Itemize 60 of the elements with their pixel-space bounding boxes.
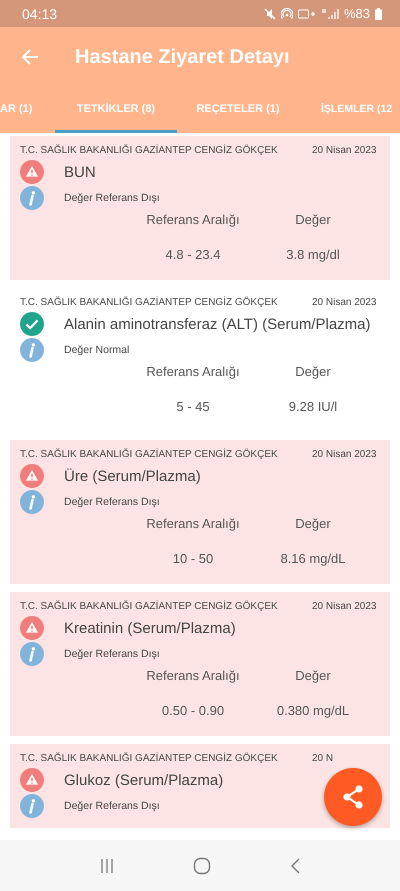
reference-range: 5 - 45 [176, 399, 210, 414]
info-icon [20, 490, 44, 514]
test-name: BUN [64, 164, 96, 180]
signal-icon [320, 8, 339, 20]
clock: 04:13 [22, 6, 58, 22]
column-label: Değer [295, 516, 331, 531]
column-label: Değer [295, 212, 331, 227]
test-name: Üre (Serum/Plazma) [64, 468, 201, 484]
warning-icon [20, 160, 44, 184]
recent-apps-icon[interactable] [99, 858, 115, 874]
result-date: 20 Nisan 2023 [312, 601, 376, 612]
result-date: 20 Nisan 2023 [312, 297, 376, 308]
column-label: Referans Aralığı [146, 364, 240, 379]
status-text: Değer Normal [64, 344, 130, 356]
info-icon [20, 186, 44, 210]
result-card[interactable]: T.C. SAĞLIK BAKANLIĞI GAZİANTEP CENGİZ GÖKÇEK 20 Nisan 2023 BUN Değer Referans Dışı Referans Aralığı Değer 4.8 - 23.4 3.8 mg/dl [10, 136, 390, 280]
mute-icon [264, 8, 276, 20]
hospital-name: T.C. SAĞLIK BAKANLIĞI GAZİANTEP CENGİZ GÖKÇEK [20, 145, 278, 156]
info-icon [20, 642, 44, 666]
battery-percent: %83 [344, 6, 370, 21]
battery-icon [375, 8, 382, 20]
screen-title: Hastane Ziyaret Detayı [75, 46, 290, 68]
result-date: 20 N [312, 753, 334, 764]
hospital-name: T.C. SAĞLIK BAKANLIĞI GAZİANTEP CENGİZ GÖKÇEK [20, 297, 278, 308]
column-label: Değer [295, 668, 331, 683]
test-name: Kreatinin (Serum/Plazma) [64, 620, 236, 636]
result-date: 20 Nisan 2023 [312, 449, 376, 460]
back-icon[interactable] [289, 858, 301, 874]
info-icon [20, 338, 44, 362]
result-card[interactable]: T.C. SAĞLIK BAKANLIĞI GAZİANTEP CENGİZ GÖKÇEK 20 Nisan 2023 Üre (Serum/Plazma) Değer Referans Dışı Referans Aralığı Değer 10 - 50 8.16 mg/dL [10, 440, 390, 584]
result-value: 0.380 mg/dL [276, 703, 350, 718]
checkmark-icon [20, 312, 44, 336]
warning-icon [20, 616, 44, 640]
home-icon[interactable] [193, 856, 211, 874]
test-name: Alanin aminotransferaz (ALT) (Serum/Plazma) [64, 316, 370, 332]
result-value: 9.28 IU/l [288, 399, 338, 414]
status-text: Değer Referans Dışı [64, 648, 160, 660]
result-card[interactable]: T.C. SAĞLIK BAKANLIĞI GAZİANTEP CENGİZ GÖKÇEK 20 Nisan 2023 Kreatinin (Serum/Plazma) Değer Referans Dışı Referans Aralığı Değer 0.50 - 0.90 0.380 mg/dL [10, 592, 390, 736]
status-text: Değer Referans Dışı [64, 496, 160, 508]
hotspot-icon [280, 8, 293, 20]
hospital-name: T.C. SAĞLIK BAKANLIĞI GAZİANTEP CENGİZ GÖKÇEK [20, 753, 278, 764]
hospital-name: T.C. SAĞLIK BAKANLIĞI GAZİANTEP CENGİZ GÖKÇEK [20, 449, 278, 460]
result-value: 3.8 mg/dl [286, 247, 340, 262]
column-label: Referans Aralığı [146, 668, 240, 683]
info-icon [20, 794, 44, 818]
column-label: Referans Aralığı [146, 212, 240, 227]
warning-icon [20, 464, 44, 488]
column-label: Referans Aralığı [146, 516, 240, 531]
hospital-name: T.C. SAĞLIK BAKANLIĞI GAZİANTEP CENGİZ GÖKÇEK [20, 601, 278, 612]
result-card[interactable]: T.C. SAĞLIK BAKANLIĞI GAZİANTEP CENGİZ GÖKÇEK 20 N Glukoz (Serum/Plazma) Değer Referans Dışı [10, 744, 390, 828]
reference-range: 4.8 - 23.4 [166, 247, 220, 262]
result-date: 20 Nisan 2023 [312, 145, 376, 156]
test-name: Glukoz (Serum/Plazma) [64, 772, 224, 788]
reference-range: 10 - 50 [172, 551, 214, 566]
warning-icon [20, 768, 44, 792]
status-text: Değer Referans Dışı [64, 192, 160, 204]
result-value: 8.16 mg/dL [280, 551, 346, 566]
reference-range: 0.50 - 0.90 [162, 703, 224, 718]
column-label: Değer [295, 364, 331, 379]
status-text: Değer Referans Dışı [64, 800, 160, 812]
